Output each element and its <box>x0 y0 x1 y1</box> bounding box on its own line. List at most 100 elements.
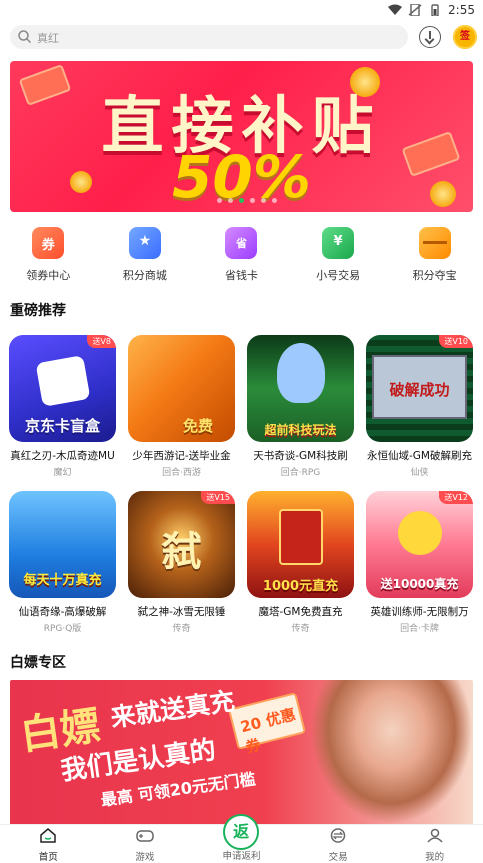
vip-badge: 送V10 <box>439 335 473 348</box>
game-card[interactable]: 送V15 弑 弑之神-冰雪无限锤 传奇 <box>128 491 235 634</box>
pager-dot <box>217 198 222 203</box>
card-illustration <box>35 355 91 407</box>
tab-me[interactable]: 我的 <box>386 825 483 863</box>
promo-banner[interactable]: 20 优惠券 白嫖 来就送真充 我们是认真的 最高 可领20元无门槛 <box>10 680 473 824</box>
promo-line2: 来就送真充 <box>108 686 237 733</box>
status-bar: 2:55 <box>0 0 483 22</box>
game-name: 弑之神-冰雪无限锤 <box>137 606 226 618</box>
mascot-illustration <box>398 511 442 555</box>
pager-dot <box>272 198 277 203</box>
cover-text: 超前科技玩法 <box>264 423 337 437</box>
game-tag: 传奇 <box>172 624 191 634</box>
game-tag: 回合·西游 <box>162 468 201 478</box>
game-card[interactable]: 送V8 京东卡盲盒 真红之刃-木瓜奇迹MU 魔幻 <box>9 335 116 478</box>
trade-icon: ¥ <box>322 227 355 259</box>
quick-action-points-treasure[interactable]: 积分夺宝 <box>386 226 483 286</box>
game-name: 少年西游记-送毕业金 <box>132 450 231 462</box>
game-card[interactable]: 每天十万真充 仙语奇缘-高爆破解 RPG·Q版 <box>9 491 116 634</box>
game-tag: 仙侠 <box>410 468 429 478</box>
rebate-icon: 返 <box>223 814 260 850</box>
game-cover: 送V15 弑 <box>128 491 235 598</box>
game-tag: 回合·RPG <box>280 468 321 478</box>
coupon-text: 20 优惠券 <box>238 705 298 757</box>
bottom-tab-bar: 首页 游戏 返 申请返利 交易 我的 <box>0 814 483 863</box>
sign-in-icon[interactable]: 签 <box>453 25 477 49</box>
coupon-decoration: 20 优惠券 <box>227 692 307 757</box>
game-cover: 送V8 京东卡盲盒 <box>9 335 116 442</box>
game-card[interactable]: 1000元直充 魔塔-GM免费直充 传奇 <box>247 491 354 634</box>
pager-dot <box>261 198 266 203</box>
quick-action-label: 领券中心 <box>26 269 71 282</box>
game-cover: 超前科技玩法 <box>247 335 354 442</box>
game-cover: 送V10 破解成功 <box>366 335 473 442</box>
tab-label: 我的 <box>425 852 445 863</box>
home-icon <box>40 828 57 843</box>
quick-action-label: 小号交易 <box>316 269 361 282</box>
pager-dot-active <box>239 198 244 203</box>
quick-action-label: 省钱卡 <box>224 269 258 282</box>
game-card[interactable]: 送V10 破解成功 永恒仙域-GM破解刷充 仙侠 <box>366 335 473 478</box>
quick-action-account-trade[interactable]: ¥ 小号交易 <box>290 226 387 286</box>
game-tag: 传奇 <box>291 624 310 634</box>
game-cover: 免费 <box>128 335 235 442</box>
game-tag: 回合·卡牌 <box>400 624 439 634</box>
search-placeholder: 真红 <box>37 32 59 45</box>
quick-action-points-mall[interactable]: ★ 积分商城 <box>97 226 194 286</box>
tab-label: 交易 <box>328 852 348 863</box>
game-tag: 魔幻 <box>53 468 72 478</box>
cover-text: 弑 <box>161 529 202 575</box>
search-row: 真红 签 <box>10 25 477 51</box>
tab-home[interactable]: 首页 <box>0 825 97 863</box>
game-cover: 每天十万真充 <box>9 491 116 598</box>
game-name: 真红之刃-木瓜奇迹MU <box>10 450 115 462</box>
cover-text: 京东卡盲盒 <box>24 417 100 435</box>
game-card[interactable]: 送V12 送10000真充 英雄训练师-无限制万 回合·卡牌 <box>366 491 473 634</box>
cover-text: 每天十万真充 <box>23 573 102 588</box>
cover-text: 免费 <box>182 417 213 435</box>
gamepad-icon <box>136 830 154 842</box>
section-title-recommend: 重磅推荐 <box>10 303 66 319</box>
section-title-free: 白嫖专区 <box>10 655 66 671</box>
banner-pager[interactable] <box>217 198 277 203</box>
quick-actions: 券 领券中心 ★ 积分商城 省 省钱卡 ¥ 小号交易 积分夺宝 <box>0 226 483 286</box>
search-icon <box>18 30 31 43</box>
user-icon <box>427 828 443 843</box>
cover-text: 破解成功 <box>389 381 450 399</box>
search-input[interactable]: 真红 <box>10 25 408 49</box>
game-name: 魔塔-GM免费直充 <box>258 606 343 618</box>
cover-text: 送10000真充 <box>380 577 459 591</box>
tab-trade[interactable]: 交易 <box>290 825 387 863</box>
quick-action-coupon-center[interactable]: 券 领券中心 <box>0 226 97 286</box>
battery-icon <box>431 4 439 16</box>
status-time: 2:55 <box>448 3 475 17</box>
vip-badge: 送V15 <box>201 491 235 504</box>
vip-badge: 送V12 <box>439 491 473 504</box>
game-cover: 送V12 送10000真充 <box>366 491 473 598</box>
tab-label: 首页 <box>38 852 58 863</box>
tab-rebate[interactable]: 返 申请返利 <box>193 814 290 862</box>
game-name: 永恒仙域-GM破解刷充 <box>367 450 472 462</box>
coupon-icon: 券 <box>32 227 65 259</box>
quick-action-savings-card[interactable]: 省 省钱卡 <box>193 226 290 286</box>
game-tag: RPG·Q版 <box>43 624 82 634</box>
shop-icon: ★ <box>128 227 161 259</box>
tab-games[interactable]: 游戏 <box>97 825 194 863</box>
download-icon[interactable] <box>419 26 441 48</box>
hero-banner[interactable]: 直接补贴 50% <box>10 61 473 212</box>
pager-dot <box>228 198 233 203</box>
tab-label: 游戏 <box>135 852 155 863</box>
no-sim-icon <box>408 4 422 16</box>
pager-dot <box>250 198 255 203</box>
game-card[interactable]: 超前科技玩法 天书奇谈-GM科技刷 回合·RPG <box>247 335 354 478</box>
treasure-icon <box>418 227 451 259</box>
game-name: 天书奇谈-GM科技刷 <box>253 450 348 462</box>
coupon-illustration <box>279 509 323 565</box>
game-card[interactable]: 免费 少年西游记-送毕业金 回合·西游 <box>128 335 235 478</box>
hero-illustration <box>277 343 325 403</box>
card-icon: 省 <box>225 227 258 259</box>
quick-action-label: 积分夺宝 <box>412 269 457 282</box>
game-name: 英雄训练师-无限制万 <box>370 606 469 618</box>
game-cover: 1000元直充 <box>247 491 354 598</box>
cover-text: 1000元直充 <box>262 579 339 594</box>
vip-badge: 送V8 <box>87 335 116 348</box>
